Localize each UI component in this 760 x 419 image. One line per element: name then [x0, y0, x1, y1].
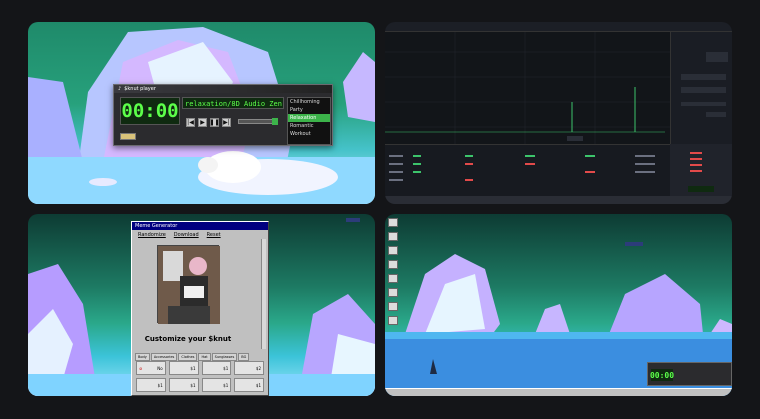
- desktop-icons: [388, 218, 402, 325]
- meme-caption: Customize your $knut: [144, 335, 232, 343]
- item-option[interactable]: ⊘ No: [136, 361, 166, 375]
- tab-accessories[interactable]: Accessories: [150, 353, 178, 361]
- item-option[interactable]: $1: [168, 361, 199, 375]
- panel-meme-generator: Meme Generator Randomize Download Reset …: [28, 214, 375, 396]
- price-chart-svg: [385, 32, 670, 144]
- item-option[interactable]: $1: [136, 378, 166, 392]
- desktop-icon[interactable]: [388, 288, 398, 297]
- desktop-icon[interactable]: [388, 232, 398, 241]
- volume-handle[interactable]: [272, 118, 278, 125]
- item-option[interactable]: $1: [201, 378, 232, 392]
- account-panel: [670, 144, 732, 196]
- genre-item[interactable]: Workout: [288, 130, 330, 138]
- play-icon: ▶: [200, 119, 205, 126]
- volume-slider[interactable]: [238, 119, 276, 124]
- positions-table-svg: [389, 155, 655, 181]
- trading-taskbar: [385, 196, 732, 204]
- tab-bg[interactable]: BG: [238, 353, 250, 361]
- meme-menu-bar: Randomize Download Reset: [132, 230, 268, 239]
- item-label: $1: [190, 365, 196, 371]
- item-label: $1: [223, 365, 229, 371]
- meme-scrollbar[interactable]: [261, 239, 266, 349]
- player-menu-button[interactable]: [120, 133, 136, 140]
- meme-item-grid: ⊘ No $1 $1 $2 $1 $1 $1 $1: [136, 361, 264, 392]
- none-icon: ⊘: [139, 365, 143, 371]
- genre-item-selected[interactable]: Relaxation: [288, 114, 330, 122]
- desktop-taskbar: [385, 388, 732, 396]
- meme-tabs: Body Accessories Clothes Hat Sunglasses …: [135, 353, 250, 361]
- play-button[interactable]: ▶: [198, 118, 207, 127]
- panel-trading-terminal: [385, 22, 732, 204]
- player-title-bar[interactable]: ♪ $knut player: [114, 85, 332, 93]
- mini-player-time: 00:00: [649, 369, 675, 381]
- desktop-icon[interactable]: [388, 260, 398, 269]
- tab-hat[interactable]: Hat: [198, 353, 211, 361]
- meme-generator-window[interactable]: Meme Generator Randomize Download Reset …: [131, 221, 269, 396]
- meme-preview-image: [157, 245, 220, 324]
- item-label: No: [157, 365, 163, 371]
- desktop-icon[interactable]: [388, 246, 398, 255]
- item-option[interactable]: $2: [234, 361, 264, 375]
- genre-item[interactable]: Party: [288, 106, 330, 114]
- item-label: $1: [255, 382, 261, 388]
- speaker-icon: ♪: [118, 86, 122, 92]
- price-chart[interactable]: [385, 32, 670, 144]
- tab-clothes[interactable]: Clothes: [178, 353, 198, 361]
- panel-desktop: 00:00: [385, 214, 732, 396]
- desktop-icon[interactable]: [388, 302, 398, 311]
- meme-title-bar[interactable]: Meme Generator: [132, 222, 268, 230]
- menu-randomize[interactable]: Randomize: [138, 232, 166, 238]
- player-track-name: relaxation/8D Audio Zen.mp3: [182, 97, 284, 109]
- pause-button[interactable]: ❚❚: [209, 118, 220, 127]
- player-time-display: 00:00: [120, 97, 180, 125]
- trading-toolbar: [385, 22, 732, 32]
- pause-icon: ❚❚: [209, 119, 220, 126]
- account-panel-svg: [688, 152, 714, 192]
- item-label: $1: [223, 382, 229, 388]
- menu-download[interactable]: Download: [174, 232, 199, 238]
- menu-reset[interactable]: Reset: [207, 232, 221, 238]
- prev-button[interactable]: |◀: [186, 118, 195, 127]
- item-option[interactable]: $1: [168, 378, 199, 392]
- genre-item[interactable]: Romantic: [288, 122, 330, 130]
- panel-music-player: ♪ $knut player 00:00 relaxation/8D Audio…: [28, 22, 375, 204]
- prev-icon: |◀: [187, 119, 194, 126]
- screenshot-grid: ♪ $knut player 00:00 relaxation/8D Audio…: [0, 0, 760, 419]
- mini-player-window[interactable]: 00:00: [647, 362, 732, 386]
- character-illustration: [158, 246, 220, 324]
- item-option[interactable]: $1: [234, 378, 264, 392]
- player-window-title: $knut player: [124, 86, 156, 92]
- item-label: $1: [157, 382, 163, 388]
- item-option[interactable]: $1: [201, 361, 232, 375]
- tab-body[interactable]: Body: [135, 353, 150, 361]
- desktop-icon[interactable]: [388, 316, 398, 325]
- item-label: $1: [190, 382, 196, 388]
- order-panel-svg: [681, 52, 728, 117]
- tab-sunglasses[interactable]: Sunglasses: [211, 353, 238, 361]
- desktop-icon[interactable]: [388, 218, 398, 227]
- next-icon: ▶|: [223, 119, 230, 126]
- item-label: $2: [255, 365, 261, 371]
- music-player-window[interactable]: ♪ $knut player 00:00 relaxation/8D Audio…: [113, 84, 333, 146]
- order-panel[interactable]: [670, 32, 732, 144]
- desktop-icon[interactable]: [388, 274, 398, 283]
- next-button[interactable]: ▶|: [222, 118, 231, 127]
- genre-list[interactable]: Chillhoming Party Relaxation Romantic Wo…: [287, 97, 331, 145]
- positions-table[interactable]: [385, 144, 670, 196]
- genre-item[interactable]: Chillhoming: [288, 98, 330, 106]
